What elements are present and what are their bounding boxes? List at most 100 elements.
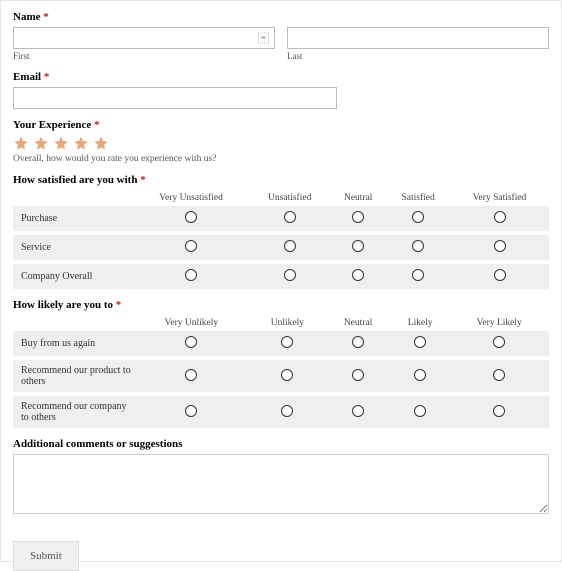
radio-option[interactable] [352,369,364,381]
radio-option[interactable] [281,405,293,417]
radio-cell [450,262,549,289]
radio-cell [449,358,549,394]
last-name-col: Last [287,27,549,61]
star-icon[interactable] [13,135,29,151]
radio-option[interactable] [352,240,364,252]
radio-cell [449,394,549,428]
radio-option[interactable] [284,211,296,223]
radio-option[interactable] [414,369,426,381]
comments-field: Additional comments or suggestions [13,438,549,517]
table-row: Company Overall [13,262,549,289]
experience-label: Your Experience * [13,119,549,131]
radio-option[interactable] [412,211,424,223]
radio-cell [330,233,386,262]
star-icon[interactable] [33,135,49,151]
radio-option[interactable] [494,269,506,281]
submit-button[interactable]: Submit [13,541,79,571]
radio-option[interactable] [284,269,296,281]
first-name-wrap: ≡ [13,27,275,49]
radio-option[interactable] [185,369,197,381]
last-name-sublabel: Last [287,51,549,61]
first-name-sublabel: First [13,51,275,61]
radio-option[interactable] [493,405,505,417]
radio-cell [133,206,249,233]
col-header: Very Satisfied [450,190,549,206]
radio-cell [325,394,391,428]
col-header: Satisfied [386,190,450,206]
email-input[interactable] [13,87,337,109]
radio-cell [325,358,391,394]
col-header: Very Unsatisfied [133,190,249,206]
radio-cell [450,206,549,233]
email-label: Email * [13,71,549,83]
radio-option[interactable] [412,269,424,281]
radio-cell [330,262,386,289]
required-marker: * [43,11,49,23]
star-rating[interactable] [13,135,549,151]
first-name-col: ≡ First [13,27,275,61]
last-name-input[interactable] [287,27,549,49]
radio-option[interactable] [185,405,197,417]
radio-cell [391,394,449,428]
likelihood-label: How likely are you to * [13,299,549,311]
radio-option[interactable] [493,336,505,348]
col-header: Very Likely [449,315,549,331]
radio-option[interactable] [185,240,197,252]
radio-cell [249,206,330,233]
radio-cell [249,233,330,262]
comments-textarea[interactable] [13,454,549,514]
satisfaction-label-text: How satisfied are you with [13,174,137,186]
email-field: Email * [13,71,549,109]
radio-option[interactable] [284,240,296,252]
radio-option[interactable] [414,336,426,348]
radio-option[interactable] [352,269,364,281]
satisfaction-field: How satisfied are you with * Very Unsati… [13,174,549,289]
star-icon[interactable] [53,135,69,151]
radio-cell [133,331,250,358]
radio-option[interactable] [281,369,293,381]
radio-cell [249,262,330,289]
experience-label-text: Your Experience [13,119,91,131]
radio-option[interactable] [412,240,424,252]
radio-cell [250,358,325,394]
radio-option[interactable] [185,211,197,223]
radio-option[interactable] [281,336,293,348]
experience-field: Your Experience * Overall, how would you… [13,119,549,164]
autofill-icon: ≡ [258,33,269,44]
radio-cell [330,206,386,233]
radio-cell [250,394,325,428]
radio-cell [325,331,391,358]
radio-cell [386,206,450,233]
radio-cell [133,394,250,428]
likelihood-matrix: Very Unlikely Unlikely Neutral Likely Ve… [13,315,549,428]
radio-cell [133,233,249,262]
radio-option[interactable] [494,240,506,252]
required-marker: * [116,299,122,311]
comments-label: Additional comments or suggestions [13,438,549,450]
required-marker: * [94,119,100,131]
radio-option[interactable] [352,211,364,223]
radio-option[interactable] [185,269,197,281]
radio-cell [391,331,449,358]
radio-option[interactable] [185,336,197,348]
row-label: Recommend our company to others [13,394,133,428]
star-icon[interactable] [73,135,89,151]
experience-desc: Overall, how would you rate you experien… [13,154,549,164]
col-header: Neutral [330,190,386,206]
radio-cell [250,331,325,358]
row-label: Recommend our product to others [13,358,133,394]
name-label: Name * [13,11,549,23]
table-row: Service [13,233,549,262]
radio-option[interactable] [352,405,364,417]
star-icon[interactable] [93,135,109,151]
radio-option[interactable] [352,336,364,348]
table-row: Recommend our company to others [13,394,549,428]
col-header: Likely [391,315,449,331]
radio-option[interactable] [494,211,506,223]
col-header: Unlikely [250,315,325,331]
name-label-text: Name [13,11,41,23]
first-name-input[interactable] [13,27,275,49]
row-label: Buy from us again [13,331,133,358]
radio-option[interactable] [414,405,426,417]
radio-option[interactable] [493,369,505,381]
